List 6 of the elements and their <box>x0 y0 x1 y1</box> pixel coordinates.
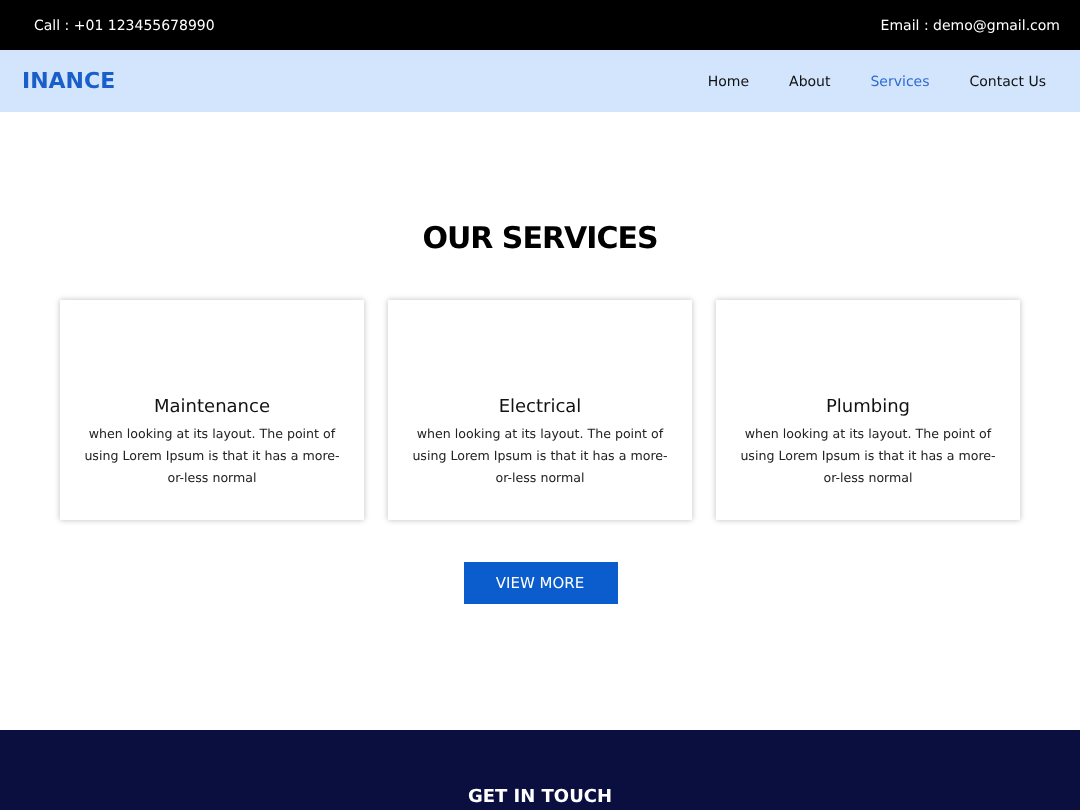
logo[interactable]: INANCE <box>22 68 116 94</box>
card-title: Electrical <box>498 398 582 418</box>
section-heading: GET IN TOUCH <box>467 788 613 808</box>
card-title: Maintenance <box>154 398 270 418</box>
section-heading: OUR SERVICES <box>422 220 658 256</box>
card-title: Plumbing <box>825 398 911 418</box>
